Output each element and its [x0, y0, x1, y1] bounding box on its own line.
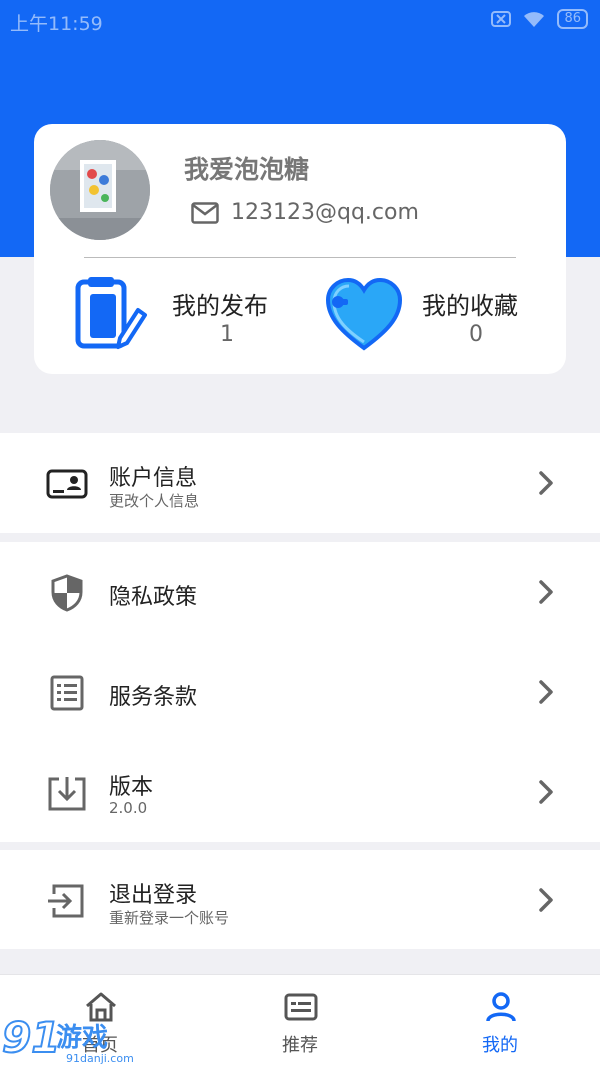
status-bar: 上午11:59 86 — [0, 0, 600, 40]
menu-item-account[interactable]: 账户信息 更改个人信息 — [0, 433, 600, 533]
account-group: 账户信息 更改个人信息 — [0, 433, 600, 533]
menu-item-version[interactable]: 版本 2.0.0 — [0, 742, 600, 842]
list-icon — [50, 675, 84, 711]
id-card-icon — [46, 469, 88, 499]
divider — [84, 257, 516, 258]
logout-sub: 重新登录一个账号 — [109, 909, 230, 927]
my-favorites-stat[interactable]: 我的收藏 0 — [324, 274, 554, 354]
version-number: 2.0.0 — [109, 799, 148, 817]
no-sim-icon — [491, 11, 512, 27]
shield-icon — [51, 574, 83, 612]
account-label: 账户信息 — [109, 466, 198, 491]
chevron-right-icon — [539, 680, 553, 704]
menu-item-privacy[interactable]: 隐私政策 — [0, 542, 600, 642]
news-icon — [284, 993, 318, 1021]
email-row: 123123@qq.com — [191, 200, 419, 225]
account-sub: 更改个人信息 — [109, 492, 200, 510]
privacy-label: 隐私政策 — [109, 585, 198, 610]
terms-label: 服务条款 — [109, 685, 198, 710]
logout-label: 退出登录 — [109, 883, 198, 908]
mail-icon — [191, 201, 219, 224]
chevron-right-icon — [539, 888, 553, 912]
profile-card: 我爱泡泡糖 123123@qq.com 我的发布 1 我的收藏 0 — [34, 124, 566, 374]
wifi-icon — [524, 12, 545, 27]
version-label: 版本 — [109, 775, 154, 800]
person-icon — [486, 992, 516, 1022]
heart-icon — [325, 277, 403, 351]
clipboard-edit-icon — [75, 277, 147, 349]
menu-item-terms[interactable]: 服务条款 — [0, 642, 600, 742]
svg-text:游戏: 游戏 — [56, 1023, 108, 1053]
my-posts-label: 我的发布 — [172, 292, 268, 320]
logout-icon — [48, 884, 84, 918]
tab-recommend-label: 推荐 — [282, 1035, 318, 1056]
tab-mine-label: 我的 — [482, 1035, 518, 1056]
status-time: 上午11:59 — [10, 13, 103, 35]
tab-mine[interactable]: 我的 — [440, 975, 560, 1067]
chevron-right-icon — [539, 471, 553, 495]
info-group: 隐私政策 服务条款 版本 2.0.0 — [0, 542, 600, 842]
tab-recommend[interactable]: 推荐 — [240, 975, 360, 1067]
username: 我爱泡泡糖 — [184, 155, 310, 184]
my-favorites-label: 我的收藏 — [422, 292, 518, 320]
my-posts-count: 1 — [220, 322, 234, 347]
avatar[interactable] — [50, 140, 150, 240]
battery-indicator: 86 — [557, 9, 588, 29]
logout-group: 退出登录 重新登录一个账号 — [0, 850, 600, 949]
email-text: 123123@qq.com — [231, 200, 419, 225]
svg-text:91: 91 — [2, 1013, 60, 1062]
watermark-logo: 91 游戏 91danji.com — [0, 1010, 140, 1067]
svg-text:91danji.com: 91danji.com — [66, 1052, 134, 1065]
my-favorites-count: 0 — [469, 322, 483, 347]
menu-item-logout[interactable]: 退出登录 重新登录一个账号 — [0, 850, 600, 950]
chevron-right-icon — [539, 780, 553, 804]
download-box-icon — [48, 777, 86, 811]
my-posts-stat[interactable]: 我的发布 1 — [74, 274, 304, 354]
chevron-right-icon — [539, 580, 553, 604]
